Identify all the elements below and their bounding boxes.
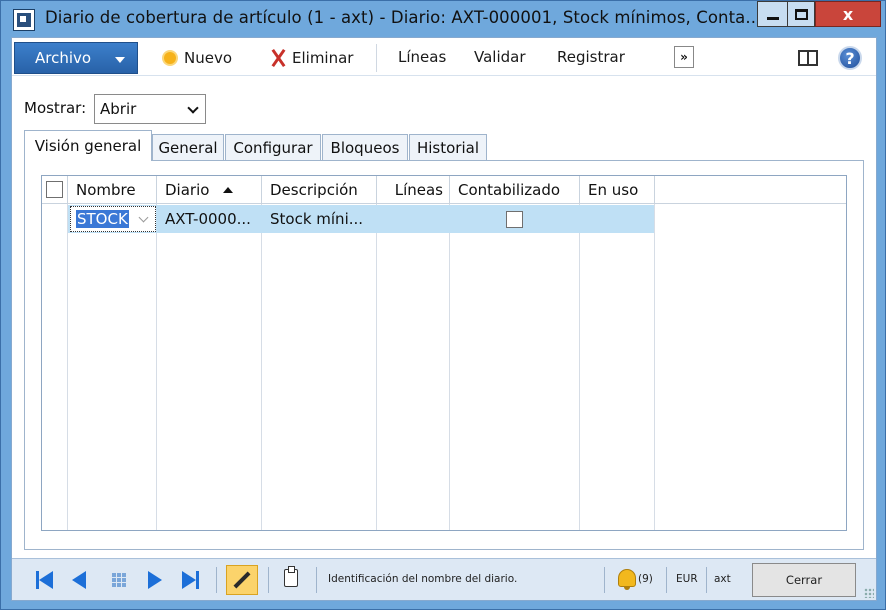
first-record-button[interactable] <box>36 571 53 589</box>
last-record-button[interactable] <box>182 571 199 589</box>
column-divider <box>261 204 262 530</box>
delete-icon <box>268 48 288 68</box>
status-separator <box>706 567 707 593</box>
previous-record-icon <box>72 571 86 589</box>
company-indicator[interactable]: axt <box>714 573 731 585</box>
archivo-label: Archivo <box>35 49 92 67</box>
column-header-filler <box>655 176 846 204</box>
notification-bell-icon[interactable] <box>618 569 636 590</box>
show-filter-select[interactable]: Abrir <box>94 94 206 124</box>
column-header-lineas[interactable]: Líneas <box>377 176 450 204</box>
help-icon[interactable]: ? <box>838 46 862 70</box>
title-bar[interactable]: Diario de cobertura de artículo (1 - axt… <box>1 1 885 37</box>
next-record-icon <box>148 571 162 589</box>
show-filter-label: Mostrar: <box>24 99 87 117</box>
tab-configurar[interactable]: Configurar <box>225 134 321 160</box>
column-header-nombre[interactable]: Nombre <box>68 176 157 204</box>
new-icon <box>160 48 180 68</box>
status-separator <box>316 567 317 593</box>
delete-label: Eliminar <box>292 49 354 67</box>
maximize-icon <box>794 8 808 20</box>
status-help-text: Identificación del nombre del diario. <box>328 573 518 585</box>
attachment-icon[interactable] <box>284 566 298 587</box>
column-divider <box>67 204 68 530</box>
column-divider <box>449 204 450 530</box>
pencil-icon <box>233 571 251 589</box>
close-window-button[interactable]: x <box>815 1 881 27</box>
next-record-button[interactable] <box>148 571 162 589</box>
maximize-button[interactable] <box>787 1 815 27</box>
close-button[interactable]: Cerrar <box>752 563 856 597</box>
first-record-icon <box>39 571 53 589</box>
chevron-down-icon <box>115 57 125 63</box>
close-icon: x <box>842 4 854 24</box>
column-header-contabilizado[interactable]: Contabilizado <box>450 176 580 204</box>
select-all-header <box>42 176 68 204</box>
post-button[interactable]: Registrar <box>557 48 625 66</box>
column-header-diario-label: Diario <box>165 180 210 199</box>
factbox-toggle-icon[interactable] <box>798 50 818 66</box>
edit-mode-button[interactable] <box>226 565 258 595</box>
last-record-icon-bar <box>196 571 199 589</box>
more-actions-button[interactable]: » <box>674 46 694 68</box>
action-pane: Archivo Nuevo Eliminar Líneas Validar Re… <box>12 38 876 76</box>
minimize-icon <box>766 16 779 20</box>
new-button[interactable]: Nuevo <box>160 48 232 68</box>
window-title: Diario de cobertura de artículo (1 - axt… <box>45 8 755 27</box>
diario-cell[interactable]: AXT-0000... <box>157 205 262 233</box>
lines-button[interactable]: Líneas <box>398 48 446 66</box>
column-divider <box>376 204 377 530</box>
contabilizado-checkbox[interactable] <box>506 211 523 228</box>
status-bar: Identificación del nombre del diario. (9… <box>12 558 876 600</box>
column-header-diario[interactable]: Diario <box>157 176 262 204</box>
descripcion-cell[interactable]: Stock míni... <box>262 205 377 233</box>
column-header-descripcion[interactable]: Descripción <box>262 176 377 204</box>
new-label: Nuevo <box>184 49 233 67</box>
tab-panel: Nombre Diario Descripción Líneas Contabi… <box>24 160 864 550</box>
double-chevron-icon: » <box>680 50 688 64</box>
minimize-button[interactable] <box>757 1 787 27</box>
tab-bloqueos[interactable]: Bloqueos <box>322 134 408 160</box>
nombre-cell-value: STOCK <box>76 210 129 228</box>
status-separator <box>666 567 667 593</box>
tab-historial[interactable]: Historial <box>409 134 487 160</box>
column-header-en-uso[interactable]: En uso <box>580 176 655 204</box>
record-list-icon[interactable] <box>112 573 126 587</box>
resize-grip[interactable] <box>864 588 874 598</box>
sort-ascending-icon <box>223 186 234 193</box>
journal-grid: Nombre Diario Descripción Líneas Contabi… <box>41 175 847 531</box>
app-icon[interactable] <box>13 9 35 31</box>
status-separator <box>216 567 217 593</box>
window: Diario de cobertura de artículo (1 - axt… <box>0 0 886 610</box>
chevron-down-icon[interactable] <box>138 212 149 223</box>
validate-button[interactable]: Validar <box>474 48 526 66</box>
action-separator <box>376 44 377 72</box>
column-divider <box>156 204 157 530</box>
status-separator <box>604 567 605 593</box>
column-divider <box>654 204 655 530</box>
currency-indicator[interactable]: EUR <box>676 573 698 585</box>
lineas-cell[interactable] <box>377 205 450 233</box>
status-separator <box>268 567 269 593</box>
client-area: Archivo Nuevo Eliminar Líneas Validar Re… <box>11 37 877 601</box>
archivo-menu-button[interactable]: Archivo <box>14 42 138 74</box>
tab-vision-general[interactable]: Visión general <box>24 130 152 161</box>
app-icon-glyph <box>17 13 31 27</box>
delete-button[interactable]: Eliminar <box>268 48 353 68</box>
tab-general[interactable]: General <box>152 134 224 160</box>
previous-record-button[interactable] <box>72 571 86 589</box>
last-record-icon <box>182 571 196 589</box>
chevron-down-icon <box>187 102 199 114</box>
notification-count[interactable]: (9) <box>638 573 653 585</box>
nombre-cell-editor[interactable]: STOCK <box>70 206 156 232</box>
show-filter-value: Abrir <box>100 100 137 118</box>
select-all-checkbox[interactable] <box>46 181 63 198</box>
column-divider <box>579 204 580 530</box>
en-uso-cell[interactable] <box>580 205 655 233</box>
